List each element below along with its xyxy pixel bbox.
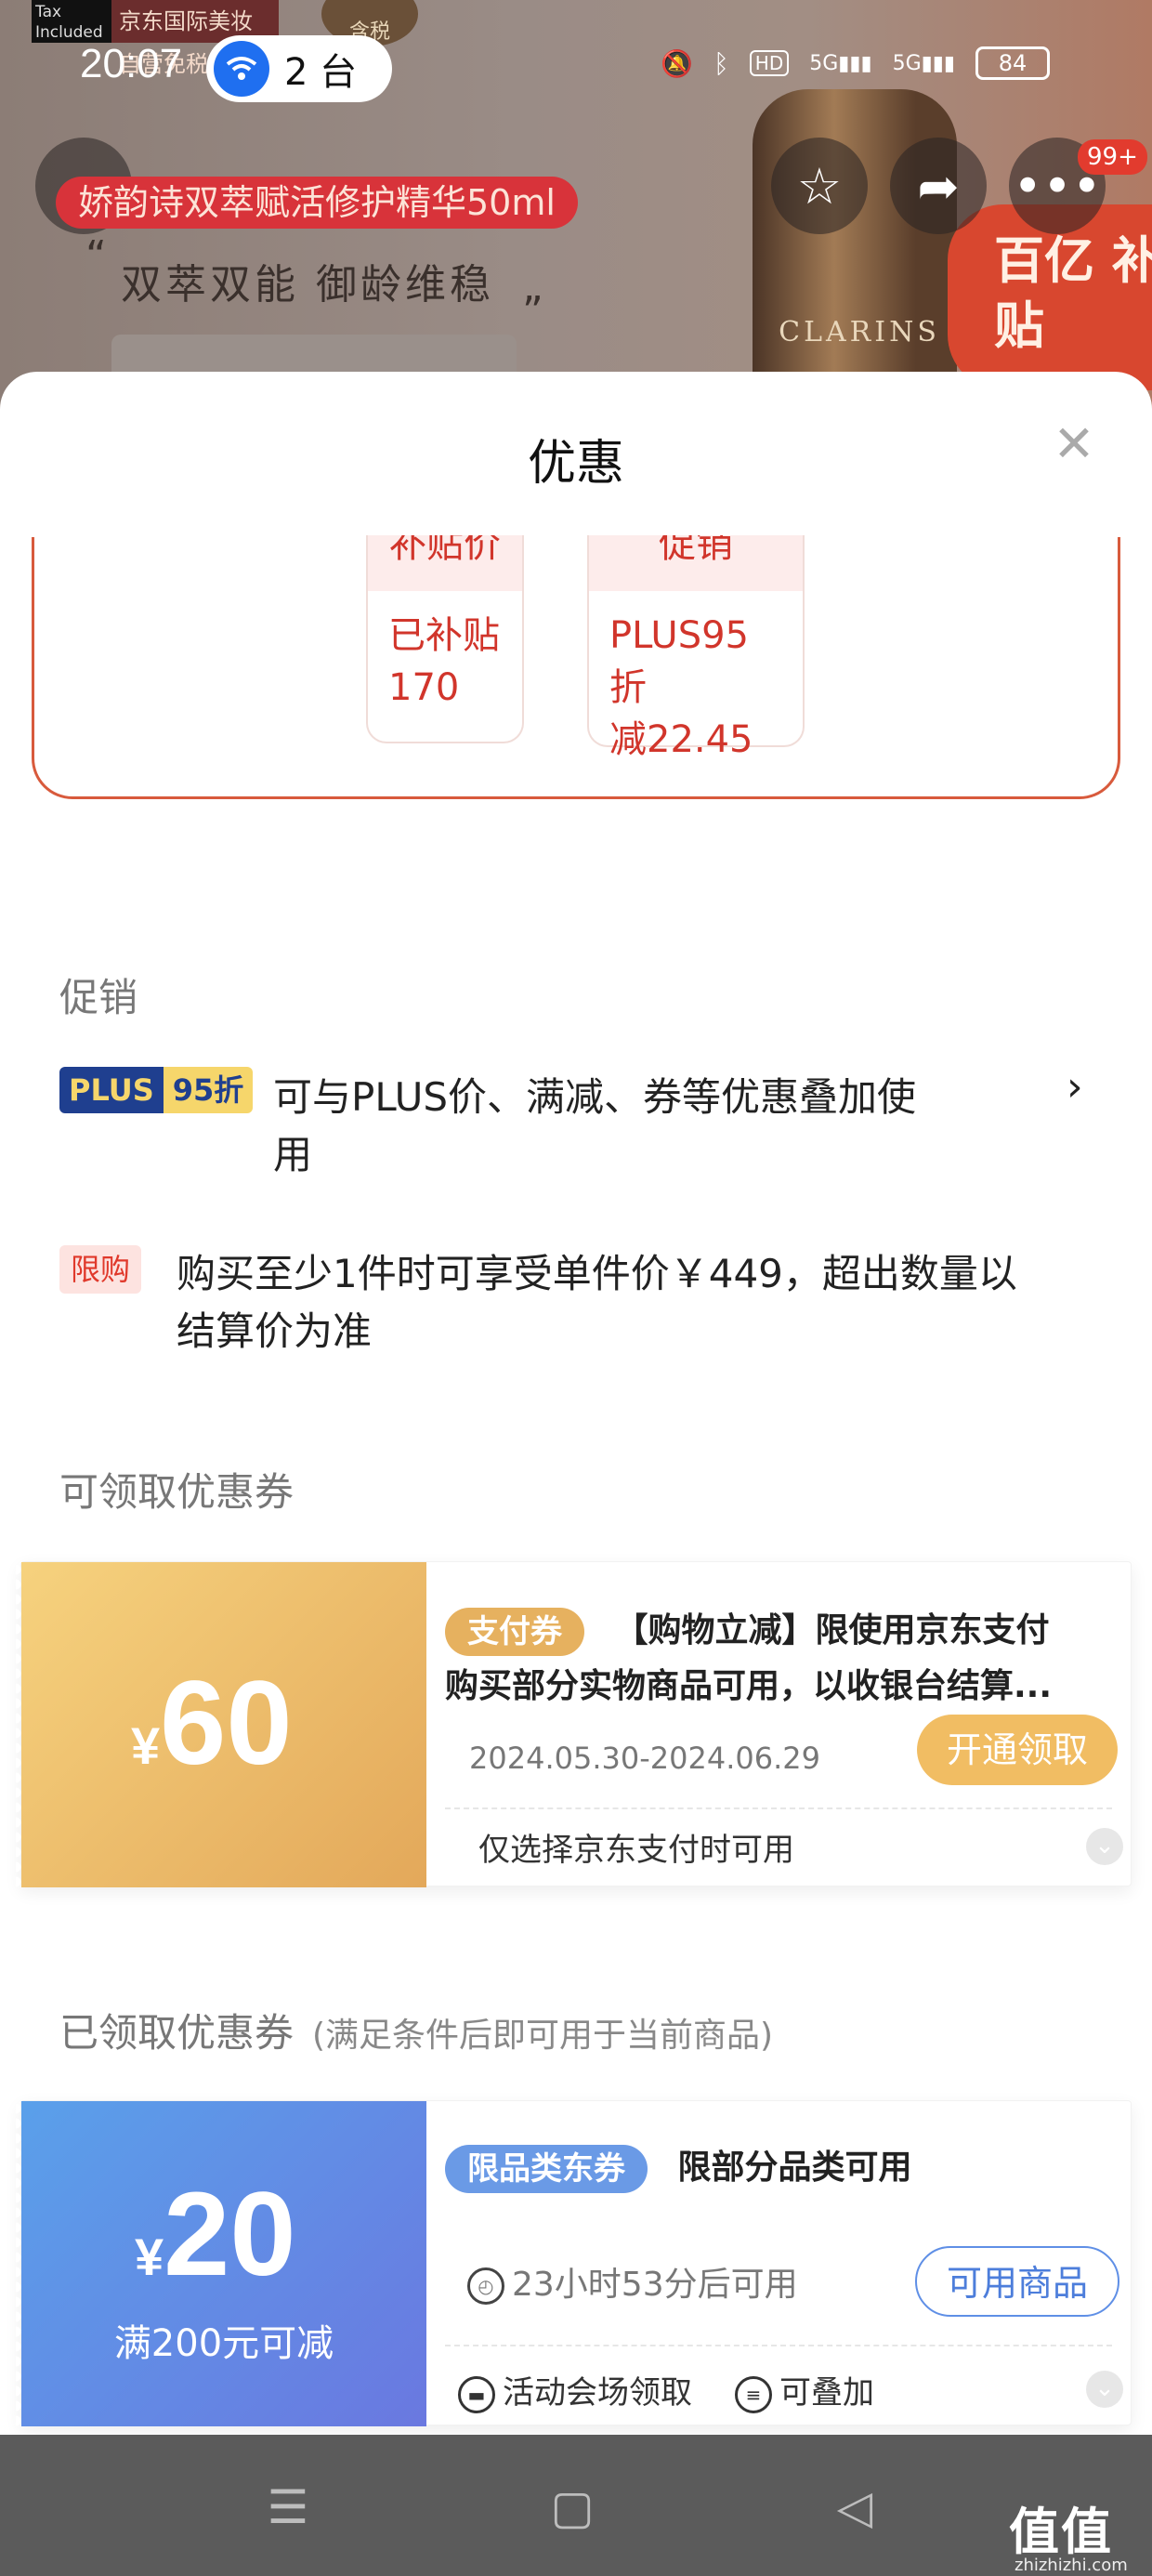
coupon-tag: 支付券 [445,1608,584,1656]
coupon-divider [445,2345,1112,2346]
chevron-down-icon[interactable]: ⌄ [1086,1828,1123,1865]
chevron-down-icon[interactable]: ⌄ [1086,2371,1123,2408]
quote-open-icon: “ [85,232,107,280]
claimed-coupons-title: 已领取优惠券 [59,2010,295,2056]
sheet-title: 优惠 [527,436,624,492]
product-slogan: 双萃双能 御龄维稳 [121,261,494,309]
plus-promo-row[interactable]: 可与PLUS价、满减、券等优惠叠加使 用 [273,1069,916,1184]
currency-symbol: ¥ [135,2228,164,2286]
coupon-tag: 限品类东券 [445,2145,648,2193]
coupon-condition: 满200元可减 [113,2322,334,2365]
share-button[interactable]: ➦ [890,138,987,234]
mute-icon: 🔕 [661,47,693,79]
product-title: 娇韵诗双萃赋活修护精华50ml [56,177,578,229]
clock-icon: ◴ [467,2267,504,2305]
notification-badge: 99+ [1078,139,1147,175]
watermark-sub: zhizhizhi.com [1015,2556,1128,2575]
battery-icon: 84 [975,46,1050,80]
promotion-price-card: 促销 PLUS95折 减22.45 [587,535,805,761]
price-card-header: 促销 [589,535,803,591]
price-summary-frame [32,537,1120,799]
close-icon[interactable]: ✕ [1050,419,1098,469]
available-products-button[interactable]: 可用商品 [915,2246,1119,2317]
coupon-footer-source: ▬ 活动会场领取 [458,2367,692,2413]
claimed-coupons-label: 已领取优惠券 (满足条件后即可用于当前商品) [59,2002,773,2058]
coupon-amount-panel: ¥60 [16,1562,426,1887]
stack-icon: ≡ [735,2375,772,2413]
plus-discount-badge: PLUS 95折 [59,1067,254,1113]
tax-included-tag: Tax Included [32,0,111,43]
favorite-button[interactable]: ☆ [771,138,868,234]
available-coupons-label: 可领取优惠券 [59,1469,295,1515]
coupon-title: 限品类东券 限部分品类可用 [445,2142,1103,2194]
limit-promo-text: 结算价为准 [177,1308,373,1354]
connected-devices-pill[interactable]: 2 台 [206,35,392,102]
limit-promo-row: 购买至少1件时可享受单件价￥449，超出数量以 结算价为准 [177,1245,1017,1360]
price-card-header: 补贴价 [368,535,522,591]
back-triangle-icon[interactable]: ◁ [829,2481,881,2533]
home-icon[interactable]: ▢ [546,2481,598,2533]
hd-icon: HD [749,50,790,76]
coupon-title: 支付券 【购物立减】限使用京东支付 [445,1605,1103,1657]
currency-symbol: ¥ [131,1716,161,1775]
wifi-icon [214,41,269,97]
ticket-icon: ▬ [458,2375,495,2413]
product-banner: Tax Included 京东国际美妆 自营免税店 含税 20:07 2 台 🔕… [0,0,1152,427]
system-nav-bar: ☰ ▢ ◁ [0,2435,1152,2576]
status-icons: 🔕 ᛒ HD 5G▮▮▮ 5G▮▮▮ 84 [661,46,1050,80]
plus-promo-text: 用 [273,1132,313,1177]
coupon-value: 20 [164,2168,296,2301]
bluetooth-icon: ᛒ [713,47,729,79]
5g-signal-icon: 5G▮▮▮ [892,51,955,75]
star-icon: ☆ [796,156,843,216]
coupon-footer-stack: ≡ 可叠加 [735,2367,874,2413]
plus-badge-right: 95折 [163,1067,254,1113]
bottle-brand: CLARINS [779,316,940,348]
plus-promo-text: 可与PLUS价、满减、券等优惠叠加使 [273,1074,917,1120]
quote-close-icon: ” [522,288,543,335]
plus-badge-left: PLUS [59,1067,164,1113]
coupon-date: 2024.05.30-2024.06.29 [469,1741,820,1776]
coupon-countdown: ◴ 23小时53分后可用 [467,2257,798,2306]
chevron-right-icon[interactable]: › [1067,1063,1083,1111]
limit-promo-text: 购买至少1件时可享受单件价￥449，超出数量以 [177,1251,1017,1296]
coupon-card: ¥20 满200元可减 限品类东券 限部分品类可用 ◴ 23小时53分后可用 可用… [16,2100,1132,2426]
menu-icon[interactable]: ☰ [262,2481,314,2533]
limit-badge: 限购 [59,1245,141,1294]
coupon-divider [445,1807,1112,1809]
coupon-amount: ¥20 [135,2166,296,2303]
coupon-card: ¥60 支付券 【购物立减】限使用京东支付 购买部分实物商品可用，以收银台结算.… [16,1561,1132,1887]
coupon-amount-panel: ¥20 满200元可减 [16,2101,426,2426]
promotion-label: 促销 [59,975,138,1020]
enable-claim-button[interactable]: 开通领取 [917,1715,1118,1785]
coupon-amount: ¥60 [131,1655,293,1792]
price-card-body: PLUS95折 减22.45 [609,614,753,761]
coupon-footer: 仅选择京东支付时可用 [478,1832,794,1869]
coupon-title-text: 限部分品类可用 [677,2149,912,2187]
status-time: 20:07 [80,41,183,86]
coupon-title-line1: 【购物立减】限使用京东支付 [614,1611,1050,1649]
price-card-body: 已补贴 170 [388,614,500,709]
claimed-coupons-sub: (满足条件后即可用于当前商品) [312,2017,774,2055]
coupon-value: 60 [160,1657,293,1790]
share-icon: ➦ [917,156,960,216]
subsidy-price-card: 补贴价 已补贴 170 [366,535,524,743]
device-count: 2 台 [284,51,358,94]
5g-signal-icon: 5G▮▮▮ [809,51,872,75]
discount-sheet: 优惠 ✕ 补贴价 已补贴 170 促销 PLUS95折 减22.45 促销 PL… [0,372,1152,2435]
coupon-title-line2: 购买部分实物商品可用，以收银台结算... [445,1667,1053,1705]
